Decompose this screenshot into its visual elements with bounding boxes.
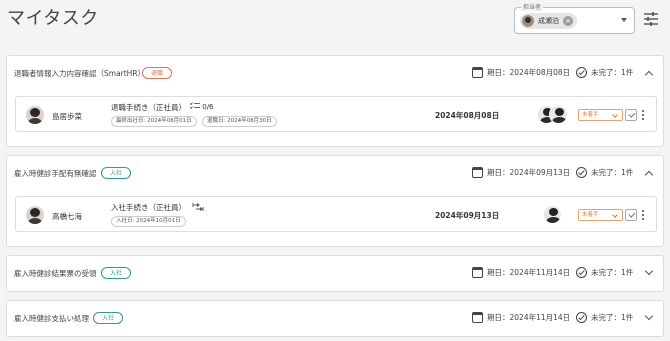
task-date: 2024年08月08日 (435, 111, 500, 120)
retire-date-pill: 退職日: 2024年08月30日 (202, 116, 277, 127)
section-header[interactable]: 雇入時健診結果票の受領 入社 期日：2024年11月14日 未完了：1件 (7, 256, 663, 292)
kebab-menu-icon[interactable] (640, 209, 646, 221)
incomplete-count: 未完了：1件 (576, 167, 633, 178)
avatar (26, 106, 44, 124)
subtask-progress: 0/6 (189, 102, 214, 111)
section-title: 雇入時健診支払い処理 (14, 314, 89, 323)
category-tag: 退職 (142, 67, 173, 79)
status-dropdown[interactable]: 未着手 (578, 209, 623, 221)
section-title: 雇入時健診結果票の受領 (14, 269, 97, 278)
task-card[interactable]: 高橋七海 入社手続き（正社員） 入社日: 2024年10月01日 2024年09… (15, 196, 657, 232)
remove-chip-icon[interactable]: × (563, 16, 573, 26)
dropdown-arrow-icon[interactable] (621, 18, 627, 22)
filter-settings-icon[interactable] (643, 12, 659, 26)
due-date-text: 期日：2024年08月08日 (487, 68, 571, 77)
incomplete-text: 未完了：1件 (591, 268, 634, 277)
due-date-text: 期日：2024年11月14日 (487, 313, 571, 322)
incomplete-text: 未完了：1件 (591, 68, 634, 77)
join-date-pill: 入社日: 2024年10月01日 (111, 216, 186, 227)
assignee-label: 担当者 (521, 2, 544, 11)
calendar-icon (472, 67, 483, 78)
task-section: 雇入時健診結果票の受領 入社 期日：2024年11月14日 未完了：1件 (6, 255, 664, 292)
avatar (26, 206, 44, 224)
chevron-down-icon[interactable] (644, 266, 654, 276)
check-circle-icon (576, 67, 587, 78)
due-date: 期日：2024年08月08日 (472, 67, 570, 78)
chevron-up-icon[interactable] (644, 170, 654, 180)
task-date: 2024年09月13日 (435, 211, 500, 220)
assignee-chip[interactable]: 成瀬泊 × (520, 13, 577, 29)
task-card[interactable]: 島居歩菜 退職手続き（正社員） 0/6 最終出社日: 2024年08月01日 退… (15, 96, 657, 132)
due-date: 期日：2024年09月13日 (472, 167, 570, 178)
procedure-name[interactable]: 入社手続き（正社員） (111, 202, 186, 213)
calendar-icon (472, 267, 483, 278)
section-title: 退職者情報入力内容確認（SmartHR） (14, 69, 146, 78)
subtask-list-icon (189, 102, 200, 110)
section-header[interactable]: 雇入時健診手配有無確認 入社 期日：2024年09月13日 未完了：1件 (7, 156, 663, 192)
complete-check-button[interactable] (625, 209, 637, 221)
section-header[interactable]: 退職者情報入力内容確認（SmartHR） 退職 期日：2024年08月08日 未… (7, 56, 663, 92)
due-date: 期日：2024年11月14日 (472, 267, 570, 278)
avatar (543, 205, 562, 224)
chevron-up-icon[interactable] (644, 70, 654, 80)
assignee-select[interactable]: 担当者 成瀬泊 × (514, 2, 635, 34)
kebab-menu-icon[interactable] (640, 109, 646, 121)
sequence-icon (192, 203, 204, 211)
section-title: 雇入時健診手配有無確認 (14, 169, 97, 178)
due-date-text: 期日：2024年11月14日 (487, 268, 571, 277)
incomplete-text: 未完了：1件 (591, 313, 634, 322)
assignee-chip-name: 成瀬泊 (538, 17, 559, 25)
due-date: 期日：2024年11月14日 (472, 312, 570, 323)
incomplete-count: 未完了：1件 (576, 267, 633, 278)
complete-check-button[interactable] (625, 109, 637, 121)
category-tag: 入社 (101, 267, 132, 279)
incomplete-count: 未完了：1件 (576, 312, 633, 323)
avatar (549, 105, 568, 124)
last-work-date-pill: 最終出社日: 2024年08月01日 (111, 116, 197, 127)
task-section: 雇入時健診支払い処理 入社 期日：2024年11月14日 未完了：1件 (6, 300, 664, 337)
avatar (522, 15, 534, 27)
person-name[interactable]: 島居歩菜 (52, 111, 82, 122)
person-name[interactable]: 高橋七海 (52, 211, 82, 222)
calendar-icon (472, 167, 483, 178)
calendar-icon (472, 312, 483, 323)
check-circle-icon (576, 312, 587, 323)
category-tag: 入社 (101, 167, 132, 179)
check-circle-icon (576, 167, 587, 178)
category-tag: 入社 (93, 312, 124, 324)
incomplete-count: 未完了：1件 (576, 67, 633, 78)
procedure-name[interactable]: 退職手続き（正社員） (111, 102, 186, 113)
due-date-text: 期日：2024年09月13日 (487, 168, 571, 177)
page-title: マイタスク (7, 8, 99, 29)
section-header[interactable]: 雇入時健診支払い処理 入社 期日：2024年11月14日 未完了：1件 (7, 301, 663, 337)
subtask-progress-text: 0/6 (202, 103, 214, 111)
check-circle-icon (576, 267, 587, 278)
status-dropdown[interactable]: 未着手 (578, 109, 623, 121)
task-section: 雇入時健診手配有無確認 入社 期日：2024年09月13日 未完了：1件 高橋七… (6, 155, 664, 247)
incomplete-text: 未完了：1件 (591, 168, 634, 177)
chevron-down-icon[interactable] (644, 311, 654, 321)
task-section: 退職者情報入力内容確認（SmartHR） 退職 期日：2024年08月08日 未… (6, 55, 664, 147)
